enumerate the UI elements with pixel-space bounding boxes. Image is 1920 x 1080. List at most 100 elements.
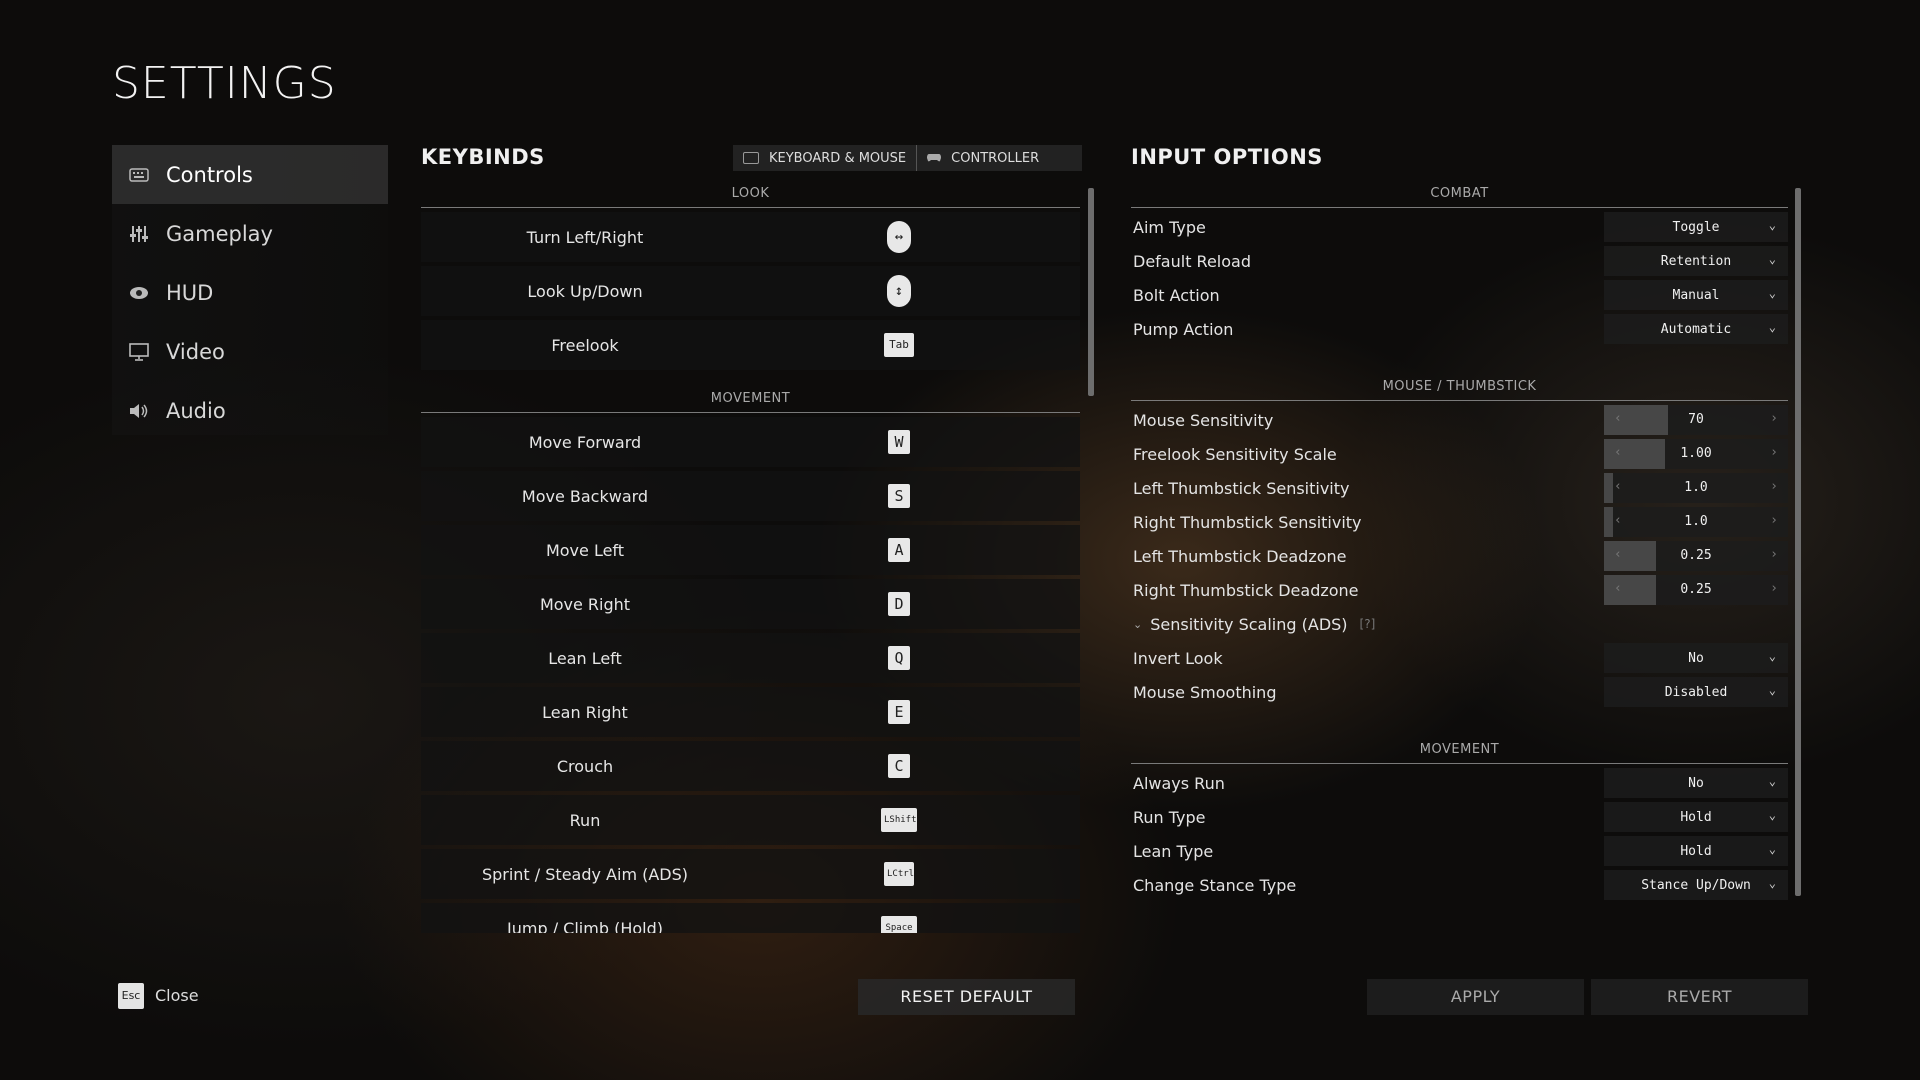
option-label: Invert Look	[1133, 648, 1223, 668]
sliders-icon	[128, 223, 150, 245]
keybind-row[interactable]: Sprint / Steady Aim (ADS) LCtrl	[421, 849, 1080, 899]
keybinds-list[interactable]: LOOK Turn Left/Right ↔ Look Up/Down ↕ Fr…	[421, 183, 1080, 933]
keybind-key[interactable]: E	[888, 700, 910, 724]
sensitivity-scaling-toggle[interactable]: ⌄ Sensitivity Scaling (ADS) [?]	[1131, 615, 1375, 634]
keybind-key[interactable]: W	[888, 430, 910, 454]
apply-button[interactable]: APPLY	[1367, 979, 1584, 1015]
keybind-row[interactable]: Move Forward W	[421, 417, 1080, 467]
aim-type-dropdown[interactable]: Toggle ⌄	[1604, 212, 1788, 242]
keybind-key[interactable]: LShift	[881, 808, 917, 832]
keybind-key[interactable]: A	[888, 538, 910, 562]
sidebar-item-audio[interactable]: Audio	[112, 381, 388, 440]
option-label: Mouse Sensitivity	[1133, 410, 1274, 430]
sidebar-item-hud[interactable]: HUD	[112, 263, 388, 322]
section-movement-options: MOVEMENT	[1131, 739, 1788, 764]
mouse-horizontal-icon[interactable]: ↔	[887, 221, 911, 253]
chevron-down-icon: ⌄	[1768, 842, 1776, 856]
keybind-action: Look Up/Down	[527, 281, 643, 301]
mouse-smoothing-dropdown[interactable]: Disabled ⌄	[1604, 677, 1788, 707]
change-stance-type-dropdown[interactable]: Stance Up/Down ⌄	[1604, 870, 1788, 900]
keybind-row[interactable]: Move Left A	[421, 525, 1080, 575]
keybind-key[interactable]: S	[888, 484, 910, 508]
keybind-row[interactable]: Turn Left/Right ↔	[421, 212, 1080, 262]
close-button[interactable]: Close	[155, 986, 199, 1005]
keybind-row[interactable]: Run LShift	[421, 795, 1080, 845]
chevron-right-icon[interactable]: ›	[1770, 513, 1778, 528]
option-row: Bolt Action Manual ⌄	[1131, 280, 1788, 310]
reset-default-button[interactable]: RESET DEFAULT	[858, 979, 1075, 1015]
option-row: Change Stance Type Stance Up/Down ⌄	[1131, 870, 1788, 900]
chevron-right-icon[interactable]: ›	[1770, 581, 1778, 596]
keybind-row[interactable]: Crouch C	[421, 741, 1080, 791]
sidebar-item-gameplay[interactable]: Gameplay	[112, 204, 388, 263]
option-row: Right Thumbstick Deadzone ‹ 0.25 ›	[1131, 575, 1788, 605]
input-device-tabs: KEYBOARD & MOUSE CONTROLLER	[733, 145, 1082, 171]
keybind-row[interactable]: Lean Right E	[421, 687, 1080, 737]
option-row: Left Thumbstick Sensitivity ‹ 1.0 ›	[1131, 473, 1788, 503]
input-options-scrollbar[interactable]	[1795, 188, 1801, 896]
option-row: Default Reload Retention ⌄	[1131, 246, 1788, 276]
default-reload-dropdown[interactable]: Retention ⌄	[1604, 246, 1788, 276]
invert-look-dropdown[interactable]: No ⌄	[1604, 643, 1788, 673]
keybind-key[interactable]: D	[888, 592, 910, 616]
keybind-row[interactable]: Move Backward S	[421, 471, 1080, 521]
help-icon[interactable]: [?]	[1360, 617, 1376, 631]
dropdown-value: Manual	[1672, 287, 1720, 303]
sidebar-item-controls[interactable]: Controls	[112, 145, 388, 204]
esc-key-icon: Esc	[118, 983, 144, 1009]
mouse-sensitivity-slider[interactable]: ‹ 70 ›	[1604, 405, 1788, 435]
speaker-icon	[128, 400, 150, 422]
run-type-dropdown[interactable]: Hold ⌄	[1604, 802, 1788, 832]
lean-type-dropdown[interactable]: Hold ⌄	[1604, 836, 1788, 866]
keybind-action: Jump / Climb (Hold)	[507, 918, 663, 934]
chevron-down-icon: ⌄	[1768, 218, 1776, 232]
option-row: Aim Type Toggle ⌄	[1131, 212, 1788, 242]
keybind-action: Run	[569, 810, 601, 830]
chevron-right-icon[interactable]: ›	[1770, 411, 1778, 426]
option-label: Freelook Sensitivity Scale	[1133, 444, 1337, 464]
keybind-key[interactable]: Tab	[884, 333, 914, 357]
option-row: Left Thumbstick Deadzone ‹ 0.25 ›	[1131, 541, 1788, 571]
always-run-dropdown[interactable]: No ⌄	[1604, 768, 1788, 798]
keybind-action: Lean Right	[542, 702, 628, 722]
slider-value: 1.0	[1684, 514, 1708, 529]
option-label: Run Type	[1133, 807, 1206, 827]
chevron-right-icon[interactable]: ›	[1770, 479, 1778, 494]
section-combat: COMBAT	[1131, 183, 1788, 208]
section-mouse-thumbstick: MOUSE / THUMBSTICK	[1131, 376, 1788, 401]
chevron-right-icon[interactable]: ›	[1770, 445, 1778, 460]
option-row: Always Run No ⌄	[1131, 768, 1788, 798]
sidebar-item-label: Audio	[166, 398, 226, 423]
pump-action-dropdown[interactable]: Automatic ⌄	[1604, 314, 1788, 344]
option-label: Right Thumbstick Deadzone	[1133, 580, 1359, 600]
keybind-action: Move Left	[545, 540, 625, 560]
keybind-key[interactable]: LCtrl	[884, 862, 914, 886]
keybind-row[interactable]: Jump / Climb (Hold) Space	[421, 903, 1080, 933]
keybind-key[interactable]: Q	[888, 646, 910, 670]
chevron-down-icon: ⌄	[1768, 320, 1776, 334]
keyboard-icon	[743, 152, 759, 164]
revert-button[interactable]: REVERT	[1591, 979, 1808, 1015]
right-thumbstick-deadzone-slider[interactable]: ‹ 0.25 ›	[1604, 575, 1788, 605]
option-label: Mouse Smoothing	[1133, 682, 1277, 702]
right-thumbstick-sensitivity-slider[interactable]: ‹ 1.0 ›	[1604, 507, 1788, 537]
keybind-row[interactable]: Freelook Tab	[421, 320, 1080, 370]
left-thumbstick-sensitivity-slider[interactable]: ‹ 1.0 ›	[1604, 473, 1788, 503]
chevron-down-icon: ⌄	[1133, 617, 1143, 631]
slider-value: 1.0	[1684, 480, 1708, 495]
sidebar-item-video[interactable]: Video	[112, 322, 388, 381]
keybind-row[interactable]: Look Up/Down ↕	[421, 266, 1080, 316]
left-thumbstick-deadzone-slider[interactable]: ‹ 0.25 ›	[1604, 541, 1788, 571]
chevron-right-icon[interactable]: ›	[1770, 547, 1778, 562]
keybind-key[interactable]: Space	[881, 916, 917, 933]
keybind-row[interactable]: Lean Left Q	[421, 633, 1080, 683]
tab-keyboard-mouse[interactable]: KEYBOARD & MOUSE	[733, 145, 918, 171]
keybind-row[interactable]: Move Right D	[421, 579, 1080, 629]
tab-controller[interactable]: CONTROLLER	[917, 145, 1049, 171]
keybind-key[interactable]: C	[888, 754, 910, 778]
bolt-action-dropdown[interactable]: Manual ⌄	[1604, 280, 1788, 310]
freelook-scale-slider[interactable]: ‹ 1.00 ›	[1604, 439, 1788, 469]
keybinds-scrollbar[interactable]	[1088, 188, 1094, 396]
option-label: Always Run	[1133, 773, 1225, 793]
mouse-vertical-icon[interactable]: ↕	[887, 275, 911, 307]
